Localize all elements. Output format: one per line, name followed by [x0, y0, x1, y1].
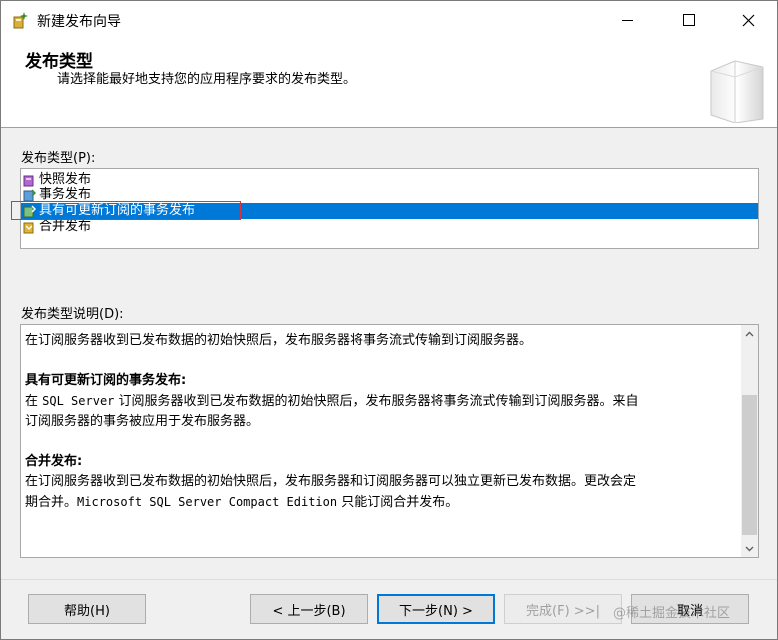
description-line: 在 SQL Server 订阅服务器收到已发布数据的初始快照后，发布服务器将事务…: [25, 394, 639, 409]
snapshot-publication-icon: [23, 175, 34, 186]
page-subtitle: 请选择能最好地支持您的应用程序要求的发布类型。: [57, 72, 357, 87]
help-button[interactable]: 帮助(H): [28, 594, 146, 624]
watermark: @稀土掘金技术社区: [613, 606, 731, 621]
wizard-window: 新建发布向导 发布类型 请选择能最好地支持您的应用程序要求的发布类型。 发布类型…: [0, 0, 778, 640]
footer-divider: [1, 579, 777, 580]
window-title: 新建发布向导: [37, 14, 121, 30]
description-section-title: 具有可更新订阅的事务发布:: [25, 373, 187, 388]
list-item-label: 快照发布: [39, 172, 92, 187]
finish-button: 完成(F) >>|: [504, 594, 622, 624]
scroll-up-button[interactable]: [741, 325, 758, 342]
wizard-app-icon: [13, 12, 28, 29]
close-button[interactable]: [718, 1, 777, 39]
publication-description-label: 发布类型说明(D):: [21, 307, 124, 322]
publication-type-label: 发布类型(P):: [21, 151, 96, 166]
publication-description-box[interactable]: 在订阅服务器收到已发布数据的初始快照后，发布服务器将事务流式传输到订阅服务器。 …: [20, 324, 759, 558]
description-line: 在订阅服务器收到已发布数据的初始快照后，发布服务器和订阅服务器可以独立更新已发布…: [25, 474, 637, 489]
chevron-up-icon: [745, 331, 754, 336]
scroll-down-button[interactable]: [741, 540, 758, 557]
merge-publication-icon: [23, 222, 34, 233]
description-line: 期合并。Microsoft SQL Server Compact Edition…: [25, 495, 459, 510]
selection-highlight-outline: [11, 201, 241, 220]
wizard-header: 发布类型 请选择能最好地支持您的应用程序要求的发布类型。: [1, 39, 777, 128]
list-item-merge[interactable]: 合并发布: [21, 219, 758, 235]
maximize-icon: [683, 14, 695, 26]
transactional-publication-icon: [23, 188, 36, 201]
scrollbar-thumb[interactable]: [742, 395, 757, 535]
description-line: 在订阅服务器收到已发布数据的初始快照后，发布服务器将事务流式传输到订阅服务器。: [25, 333, 533, 348]
list-item-snapshot[interactable]: 快照发布: [21, 172, 758, 188]
back-button[interactable]: < 上一步(B): [250, 594, 368, 624]
close-icon: [742, 14, 754, 26]
wizard-banner-icon: [710, 60, 764, 123]
list-item-label: 合并发布: [39, 219, 92, 234]
minimize-icon: [621, 19, 633, 21]
description-scrollbar[interactable]: [741, 325, 758, 557]
maximize-button[interactable]: [659, 1, 719, 39]
description-section-title: 合并发布:: [25, 454, 83, 469]
next-button[interactable]: 下一步(N) >: [377, 594, 495, 624]
title-bar: 新建发布向导: [1, 1, 777, 39]
description-line: 订阅服务器的事务被应用于发布服务器。: [25, 414, 260, 429]
minimize-button[interactable]: [597, 1, 657, 39]
description-text: 在订阅服务器收到已发布数据的初始快照后，发布服务器将事务流式传输到订阅服务器。 …: [25, 331, 731, 513]
chevron-down-icon: [745, 546, 754, 551]
